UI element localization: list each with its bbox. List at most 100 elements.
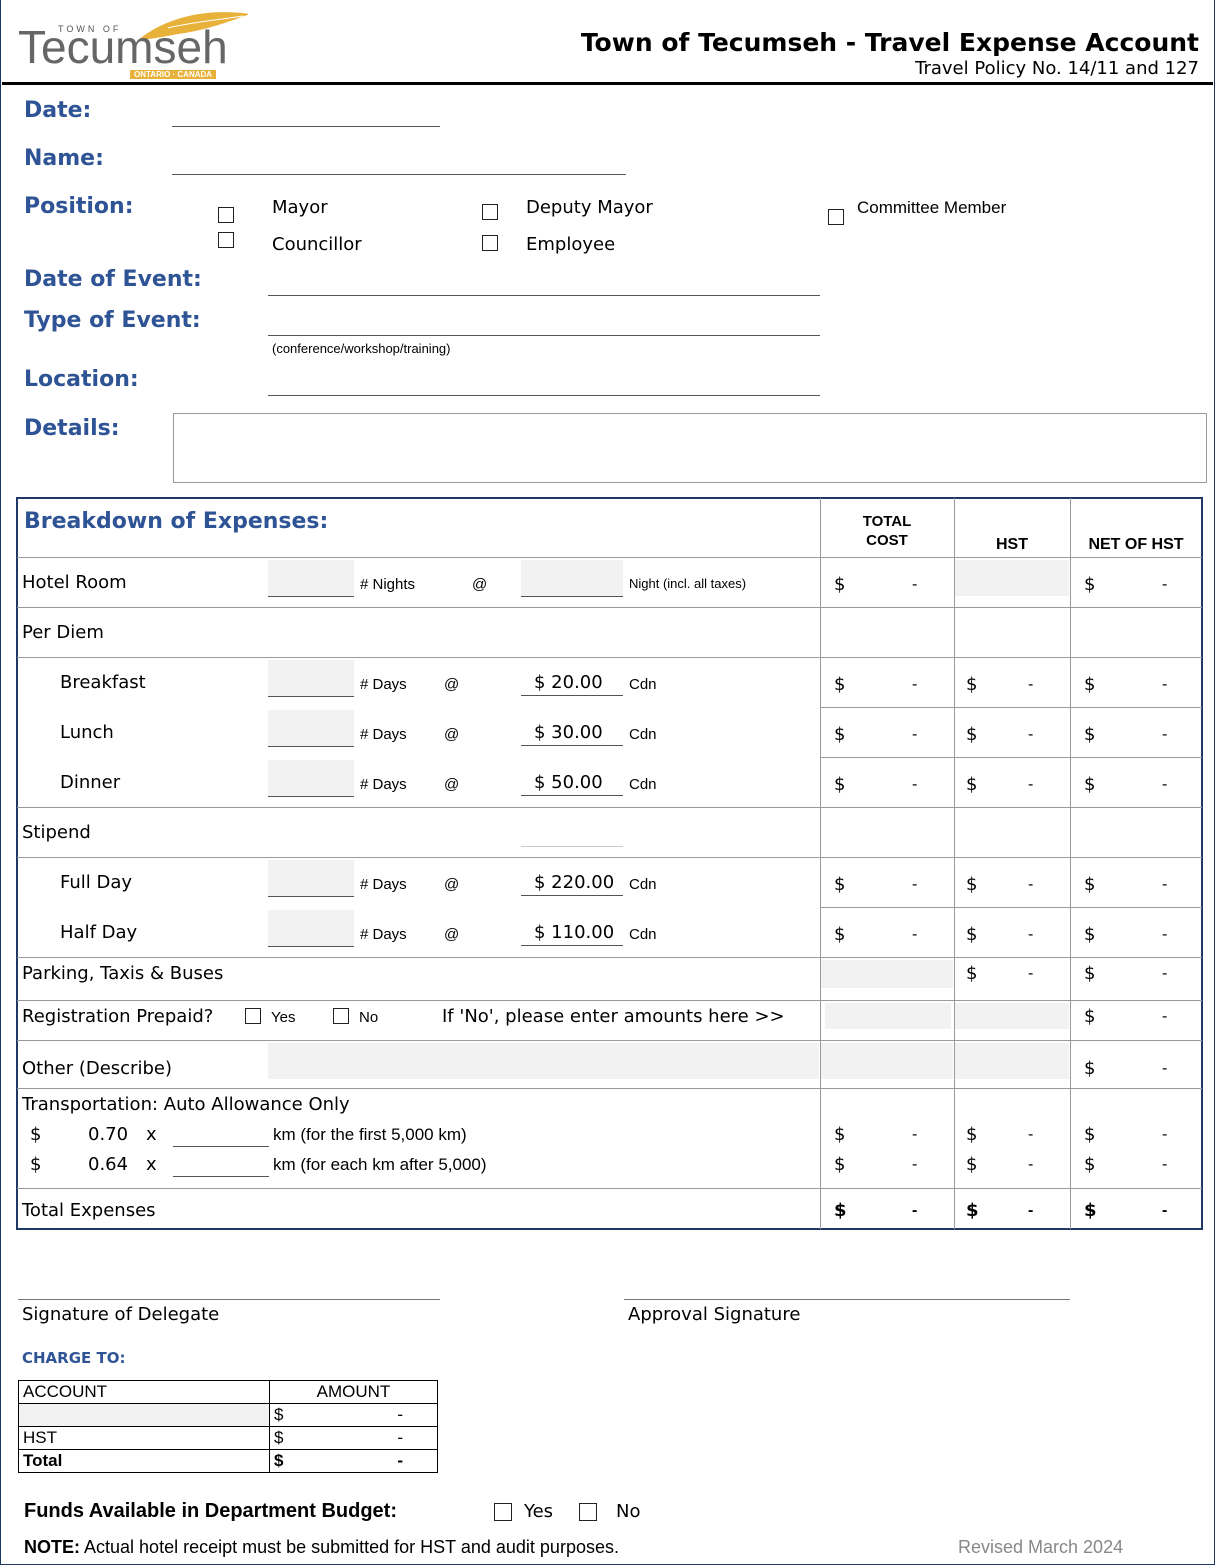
funds-available-label: Funds Available in Department Budget:: [24, 1500, 397, 1522]
if-no-note: If 'No', please enter amounts here >>: [442, 1006, 785, 1027]
delegate-signature-label: Signature of Delegate: [22, 1304, 220, 1325]
registration-no-checkbox[interactable]: [333, 1008, 349, 1024]
registration-total-input[interactable]: [825, 1003, 951, 1029]
deputy-mayor-label: Deputy Mayor: [526, 197, 653, 218]
breakfast-label: Breakfast: [60, 672, 146, 693]
km-first-input[interactable]: [173, 1146, 269, 1147]
page-title: Town of Tecumseh - Travel Expense Accoun…: [580, 28, 1199, 57]
name-field[interactable]: [172, 174, 626, 175]
dinner-days-input[interactable]: [268, 760, 354, 797]
half-day-rate: $ 110.00: [534, 922, 615, 943]
charge-to-table: ACCOUNT AMOUNT $ - HST $ - Total $ -: [18, 1380, 438, 1473]
funds-no-checkbox[interactable]: [579, 1503, 597, 1521]
breakfast-days-input[interactable]: [268, 660, 354, 697]
details-label: Details:: [24, 416, 120, 441]
dinner-label: Dinner: [60, 772, 121, 793]
charge-to-title: CHARGE TO:: [22, 1349, 126, 1367]
councillor-label: Councillor: [272, 234, 362, 255]
breakfast-rate: $ 20.00: [534, 672, 603, 693]
amount-header: AMOUNT: [269, 1380, 438, 1404]
registration-yes-checkbox[interactable]: [245, 1008, 261, 1024]
km-rate-1: 0.70: [88, 1124, 129, 1145]
full-day-label: Full Day: [60, 872, 133, 893]
funds-yes-checkbox[interactable]: [494, 1503, 512, 1521]
km-after-input[interactable]: [173, 1176, 269, 1177]
location-field[interactable]: [268, 395, 820, 396]
mayor-label: Mayor: [272, 197, 328, 218]
lunch-days-input[interactable]: [268, 710, 354, 747]
lunch-rate: $ 30.00: [534, 722, 603, 743]
date-field[interactable]: [172, 126, 440, 127]
type-of-event-field[interactable]: [268, 335, 820, 336]
registration-hst-input[interactable]: [955, 1003, 1069, 1029]
delegate-signature-line[interactable]: [18, 1299, 440, 1300]
header-rule: [2, 82, 1213, 85]
date-label: Date:: [24, 98, 92, 123]
table-row: HST $ -: [18, 1426, 438, 1450]
approval-signature-label: Approval Signature: [628, 1304, 801, 1325]
table-row: Total $ -: [18, 1449, 438, 1473]
approval-signature-line[interactable]: [624, 1299, 1070, 1300]
footer-note: NOTE: Actual hotel receipt must be submi…: [24, 1537, 619, 1557]
registration-label: Registration Prepaid?: [22, 1006, 214, 1027]
location-label: Location:: [24, 367, 139, 392]
col-net-of-hst: NET OF HST: [1088, 536, 1184, 553]
name-label: Name:: [24, 146, 104, 171]
km-after-label: km (for each km after 5,000): [273, 1155, 487, 1174]
town-logo: TOWN OF Tecumseh ONTARIO · CANADA: [18, 6, 250, 82]
amount-cell: $ -: [269, 1426, 438, 1450]
details-field[interactable]: [173, 413, 1207, 483]
other-description-input[interactable]: [268, 1043, 819, 1079]
mayor-checkbox[interactable]: [218, 207, 234, 223]
other-hst-input[interactable]: [955, 1043, 1069, 1079]
km-rate-2: 0.64: [88, 1154, 129, 1175]
night-note: Night (incl. all taxes): [629, 576, 747, 591]
table-row: ACCOUNT AMOUNT: [18, 1380, 438, 1404]
policy-subtitle: Travel Policy No. 14/11 and 127: [915, 58, 1199, 79]
amount-cell: $ -: [269, 1403, 438, 1427]
type-of-event-label: Type of Event:: [24, 308, 201, 333]
date-of-event-field[interactable]: [268, 295, 820, 296]
amount-cell: $ -: [269, 1449, 438, 1473]
deputy-mayor-checkbox[interactable]: [482, 204, 498, 220]
hst-account: HST: [18, 1426, 270, 1450]
hotel-rate-input[interactable]: [521, 560, 623, 597]
account-input[interactable]: [18, 1403, 270, 1427]
total-expenses-label: Total Expenses: [22, 1200, 156, 1221]
table-row: $ -: [18, 1403, 438, 1427]
other-label: Other (Describe): [22, 1058, 172, 1079]
account-header: ACCOUNT: [18, 1380, 270, 1404]
half-day-days-input[interactable]: [268, 910, 354, 947]
logo-main-text: Tecumseh: [18, 21, 228, 73]
hotel-room-label: Hotel Room: [22, 572, 127, 593]
full-day-days-input[interactable]: [268, 860, 354, 897]
total-account: Total: [18, 1449, 270, 1473]
parking-total-input[interactable]: [821, 960, 953, 988]
position-label: Position:: [24, 194, 134, 219]
col-hst: HST: [996, 536, 1028, 553]
lunch-label: Lunch: [60, 722, 114, 743]
revised-date: Revised March 2024: [958, 1537, 1124, 1557]
hotel-hst-cell: [955, 560, 1069, 596]
logo-sub-text: ONTARIO · CANADA: [130, 70, 217, 79]
other-total-input[interactable]: [821, 1043, 953, 1079]
at-symbol: @: [472, 576, 488, 593]
stipend-label: Stipend: [22, 822, 91, 843]
date-of-event-label: Date of Event:: [24, 267, 202, 292]
employee-label: Employee: [526, 234, 616, 255]
councillor-checkbox[interactable]: [218, 232, 234, 248]
employee-checkbox[interactable]: [482, 235, 498, 251]
nights-label: # Nights: [360, 576, 416, 593]
transportation-label: Transportation: Auto Allowance Only: [22, 1094, 350, 1115]
hotel-nights-input[interactable]: [268, 560, 354, 597]
committee-member-checkbox[interactable]: [828, 209, 844, 225]
km-first-label: km (for the first 5,000 km): [273, 1125, 467, 1144]
col-total-cost: TOTAL COST: [862, 513, 912, 549]
per-diem-label: Per Diem: [22, 622, 104, 643]
parking-label: Parking, Taxis & Buses: [22, 963, 224, 984]
breakdown-title: Breakdown of Expenses:: [24, 509, 329, 534]
type-of-event-hint: (conference/workshop/training): [272, 341, 451, 356]
full-day-rate: $ 220.00: [534, 872, 615, 893]
dinner-rate: $ 50.00: [534, 772, 603, 793]
committee-member-label: Committee Member: [857, 198, 1007, 217]
